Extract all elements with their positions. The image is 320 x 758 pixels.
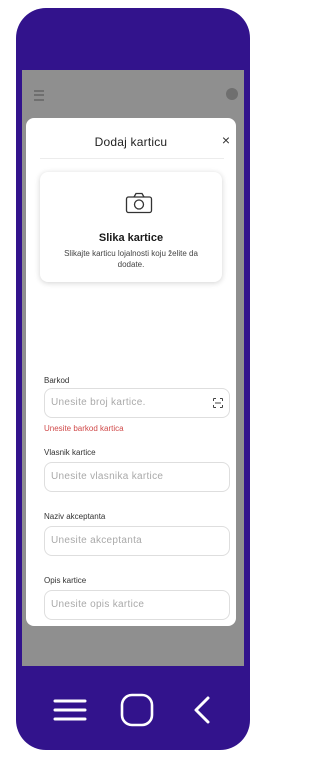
- add-card-modal: Dodaj karticu × Slika kartice Slikajte k…: [26, 118, 236, 626]
- scan-icon[interactable]: [213, 398, 223, 408]
- back-icon[interactable]: [184, 692, 220, 728]
- owner-input[interactable]: Unesite vlasnika kartice: [44, 462, 230, 492]
- menu-icon[interactable]: [52, 692, 88, 728]
- description-placeholder: Unesite opis kartice: [51, 599, 145, 610]
- modal-title: Dodaj karticu: [94, 135, 168, 149]
- owner-placeholder: Unesite vlasnika kartice: [51, 471, 164, 482]
- home-icon[interactable]: [119, 692, 155, 728]
- owner-label: Vlasnik kartice: [44, 448, 96, 457]
- app-menu-icon: [34, 90, 44, 101]
- camera-icon: [125, 192, 153, 214]
- description-label: Opis kartice: [44, 576, 87, 585]
- app-screen: Dodaj karticu × Slika kartice Slikajte k…: [22, 70, 244, 666]
- system-navigation-bar: [16, 674, 250, 750]
- barcode-input[interactable]: Unesite broj kartice.: [44, 388, 230, 418]
- app-profile-icon: [226, 88, 238, 100]
- acceptor-label: Naziv akceptanta: [44, 512, 106, 521]
- app-topbar: [22, 70, 244, 110]
- card-photo-button[interactable]: Slika kartice Slikajte karticu lojalnost…: [40, 172, 222, 282]
- barcode-label: Barkod: [44, 376, 70, 385]
- barcode-placeholder: Unesite broj kartice.: [51, 397, 146, 408]
- acceptor-input[interactable]: Unesite akceptanta: [44, 526, 230, 556]
- barcode-error: Unesite barkod kartica: [44, 424, 124, 433]
- card-photo-subtitle: Slikajte karticu lojalnosti koju želite …: [64, 249, 198, 269]
- header-divider: [40, 158, 224, 159]
- card-photo-title: Slika kartice: [98, 232, 164, 244]
- description-input[interactable]: Unesite opis kartice: [44, 590, 230, 620]
- phone-frame: Dodaj karticu × Slika kartice Slikajte k…: [16, 8, 250, 750]
- acceptor-placeholder: Unesite akceptanta: [51, 535, 143, 546]
- close-icon[interactable]: ×: [218, 132, 234, 148]
